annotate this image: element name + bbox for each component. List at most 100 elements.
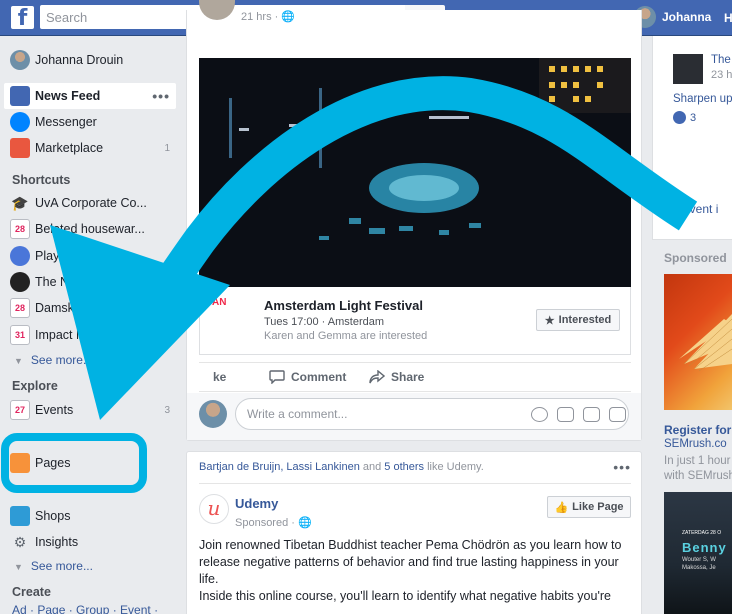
left-sidebar: Johanna Drouin News Feed ••• Messenger M… <box>0 36 186 614</box>
sidebar-item-shops[interactable]: Shops <box>4 503 176 529</box>
interested-label: Interested <box>558 314 612 326</box>
comment-icon <box>269 370 285 384</box>
gif-icon[interactable] <box>583 407 600 422</box>
like-icon <box>673 111 686 124</box>
ad-title-link[interactable]: Register for <box>664 423 731 437</box>
ad-url-link[interactable]: SEMrush.co <box>664 438 727 450</box>
create-links[interactable]: Ad · Page · Group · Event · <box>12 603 158 614</box>
top-user-profile-link[interactable]: Johanna <box>634 6 711 28</box>
sidebar-item-shortcut[interactable]: 28 Belated housewar... <box>4 216 176 242</box>
right-card-title[interactable]: The <box>711 54 731 66</box>
ad-image-illustration <box>679 314 732 372</box>
event-details[interactable]: AN Amsterdam Light Festival Tues 17:00 ·… <box>199 287 631 355</box>
sidebar-item-label: UvA Corporate Co... <box>35 196 147 210</box>
comment-tools <box>531 407 626 422</box>
sidebar-item-messenger[interactable]: Messenger <box>4 109 176 135</box>
post-options-icon[interactable]: ••• <box>613 459 631 475</box>
sidebar-item-shortcut[interactable]: Playground <box>4 243 176 269</box>
event-interested-line: Karen and Gemma are interested <box>264 330 428 342</box>
facebook-logo[interactable]: f <box>11 6 34 29</box>
page-avatar-icon <box>10 272 30 292</box>
avatar <box>10 50 30 70</box>
insights-icon: ⚙ <box>13 533 27 550</box>
liked-by-names-link[interactable]: Bartjan de Bruijn, Lassi Lankinen <box>199 461 360 473</box>
post-actions: ke Comment Share <box>199 362 631 392</box>
share-label: Share <box>391 370 425 384</box>
shortcuts-heading: Shortcuts <box>12 173 71 187</box>
emoji-icon[interactable] <box>531 407 548 422</box>
sidebar-item-label: The Next Ac <box>35 275 104 289</box>
count-badge: 1 <box>164 142 170 154</box>
chevron-down-icon: ▼ <box>14 356 23 366</box>
see-more-explore-link[interactable]: ▼ See more... <box>14 559 93 573</box>
sidebar-item-label: Impact Night <box>35 328 106 342</box>
sidebar-item-marketplace[interactable]: Marketplace 1 <box>4 135 176 161</box>
sidebar-item-label: Playground <box>35 249 99 263</box>
sidebar-item-shortcut[interactable]: The Next Ac <box>4 269 176 295</box>
globe-icon: 🌐 <box>281 11 296 23</box>
star-icon: ★ <box>544 314 555 327</box>
liked-by-others-link[interactable]: 5 others <box>384 461 424 473</box>
sidebar-item-events[interactable]: 27 Events 3 <box>4 397 176 423</box>
home-link[interactable]: H <box>724 11 732 25</box>
sidebar-item-label: News Feed <box>35 89 101 103</box>
sidebar-item-label: Damsko Hal <box>35 301 104 315</box>
post-body-continued: Inside this online course, you'll learn … <box>199 589 611 603</box>
sidebar-item-label: Shops <box>35 509 71 523</box>
graduation-cap-icon: 🎓 <box>11 194 29 211</box>
sidebar-item-profile[interactable]: Johanna Drouin <box>4 47 176 73</box>
sidebar-item-shortcut[interactable]: 28 Damsko Hal <box>4 295 176 321</box>
sidebar-item-label: Pages <box>35 456 71 470</box>
calendar-icon: 27 <box>10 400 30 420</box>
see-more-label: See more... <box>30 353 93 367</box>
avatar <box>199 0 235 20</box>
event-post-card: 21 hrs · 🌐 AN Amsterdam Light Festival T… <box>186 0 642 441</box>
camera-icon[interactable] <box>557 407 574 422</box>
count-badge: 3 <box>164 404 170 416</box>
sidebar-item-label: Insights <box>35 535 79 549</box>
sidebar-item-pages[interactable]: Pages <box>4 450 176 476</box>
ad-image[interactable] <box>664 274 732 410</box>
right-card: The 23 h Sharpen up y 3 event i <box>652 36 732 240</box>
sidebar-item-news-feed[interactable]: News Feed ••• <box>4 83 176 109</box>
ad-image-2[interactable]: ZATERDAG 28 O Benny Wouter S, W Makossa, … <box>664 492 732 614</box>
sidebar-item-label: Marketplace <box>35 141 104 155</box>
avatar <box>199 400 227 428</box>
udemy-logo[interactable]: u <box>199 494 229 524</box>
page-name-link[interactable]: Udemy <box>235 496 278 511</box>
like-page-label: Like Page <box>572 501 624 513</box>
see-more-label: See more... <box>30 559 93 573</box>
post-timestamp: 21 hrs · 🌐 <box>241 11 296 23</box>
sponsored-label: Sponsored · 🌐 <box>235 517 312 529</box>
comment-label: Comment <box>291 370 347 384</box>
calendar-icon: 28 <box>10 219 30 239</box>
sticker-icon[interactable] <box>609 407 626 422</box>
messenger-icon <box>10 112 30 132</box>
sponsored-post-card: Bartjan de Bruijn, Lassi Lankinen and 5 … <box>186 451 642 614</box>
page-thumbnail[interactable] <box>673 54 703 84</box>
right-card-time: 23 h <box>711 69 732 81</box>
like-page-button[interactable]: 👍 Like Page <box>547 496 631 518</box>
liked-by-line: Bartjan de Bruijn, Lassi Lankinen and 5 … <box>199 461 484 473</box>
share-button[interactable]: Share <box>369 370 424 384</box>
sidebar-item-shortcut[interactable]: 🎓 UvA Corporate Co... <box>4 190 176 216</box>
sidebar-item-label: Johanna Drouin <box>35 53 124 67</box>
event-date-fragment: AN <box>212 297 227 308</box>
comment-button[interactable]: Comment <box>269 370 346 384</box>
event-photo[interactable] <box>199 58 631 287</box>
sidebar-item-insights[interactable]: ⚙ Insights <box>4 529 176 555</box>
event-title[interactable]: Amsterdam Light Festival <box>264 298 423 313</box>
more-options-icon[interactable]: ••• <box>152 88 170 104</box>
post-body: Join renowned Tibetan Buddhist teacher P… <box>199 538 622 586</box>
comment-composer <box>187 393 641 440</box>
right-card-link[interactable]: Sharpen up y <box>673 93 732 105</box>
sidebar-item-label: Events <box>35 403 74 417</box>
globe-icon: 🌐 <box>297 517 312 529</box>
like-button[interactable]: ke <box>213 370 226 384</box>
interested-button[interactable]: ★ Interested <box>536 309 620 331</box>
sponsored-heading: Sponsored <box>664 251 727 265</box>
marketplace-icon <box>10 138 30 158</box>
see-more-shortcuts-link[interactable]: ▼ See more... <box>14 353 93 367</box>
right-card-event-link[interactable]: event i <box>683 202 718 216</box>
sidebar-item-shortcut[interactable]: 31 Impact Night <box>4 322 176 348</box>
